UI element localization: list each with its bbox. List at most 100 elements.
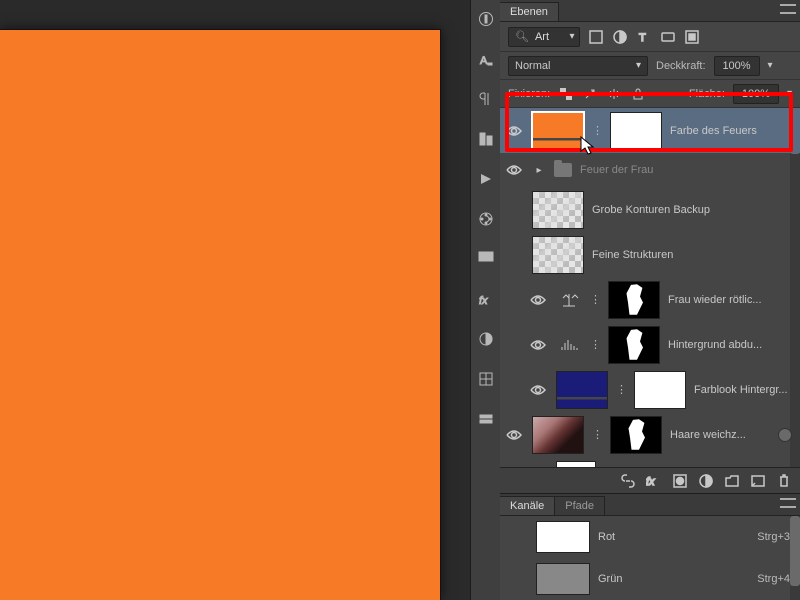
link-icon[interactable]: ⋮ [592,428,602,441]
chevron-down-icon: ▾ [636,60,641,71]
mask-thumbnail[interactable] [634,371,686,409]
filter-adjustment-icon[interactable] [612,29,628,45]
adjustments-panel-icon[interactable] [477,330,495,348]
link-icon[interactable]: ⋮ [590,338,600,351]
panel-menu-icon[interactable] [780,4,796,16]
character-panel-icon[interactable]: A [477,50,495,68]
blend-mode-dropdown[interactable]: Normal▾ [508,56,648,76]
filter-pixel-icon[interactable] [588,29,604,45]
lock-all-icon[interactable] [630,86,646,102]
mask-thumbnail[interactable] [608,326,660,364]
layer-row[interactable]: Grobe Konturen Backup [500,187,800,232]
link-icon[interactable]: ⋮ [592,124,602,137]
balance-icon [556,292,582,308]
lock-transparency-icon[interactable] [558,86,574,102]
layers-panel-footer: fx [500,467,800,493]
paragraph-panel-icon[interactable] [477,90,495,108]
folder-icon [554,163,572,177]
opacity-label: Deckkraft: [656,60,706,72]
layer-row-selected[interactable]: ⋮ Farbe des Feuers [500,108,800,153]
layer-thumbnail[interactable] [556,371,608,409]
layer-row-adjustment[interactable]: ⋮ Hintergrund abdu... [500,322,800,367]
svg-text:fx: fx [479,295,488,307]
layer-name[interactable]: Farblook Hintergr... [694,384,792,396]
filter-kind-dropdown[interactable]: 🔍︎ Art ▾ [508,27,580,47]
visibility-toggle[interactable] [504,429,524,441]
mask-thumbnail[interactable] [608,281,660,319]
visibility-toggle[interactable] [528,294,548,306]
new-layer-icon[interactable] [750,473,766,489]
fill-field[interactable]: 100% [733,84,779,104]
layer-filter-row: 🔍︎ Art ▾ T [500,22,800,52]
layer-name[interactable]: Hintergrund abdu... [668,339,792,351]
lock-pixels-icon[interactable] [582,86,598,102]
link-layers-icon[interactable] [620,473,636,489]
search-icon: 🔍︎ [509,30,535,43]
channel-name: Rot [598,531,749,543]
channel-thumbnail[interactable] [536,563,590,595]
document-canvas-area [0,0,470,600]
filter-type-icon[interactable]: T [636,29,652,45]
layer-name[interactable]: Feine Strukturen [592,249,792,261]
layer-thumbnail[interactable] [532,236,584,274]
channel-name: Grün [598,573,749,585]
link-icon[interactable]: ⋮ [590,293,600,306]
layer-row-group[interactable]: ▸ Feuer der Frau [500,153,800,187]
filter-shape-icon[interactable] [660,29,676,45]
scrollbar[interactable] [790,516,800,600]
layer-thumbnail[interactable] [532,416,584,454]
layer-row[interactable]: Feine Strukturen [500,232,800,277]
add-mask-icon[interactable] [672,473,688,489]
layer-thumbnail[interactable] [532,112,584,150]
chevron-down-icon[interactable]: ▾ [768,60,773,71]
layer-row-adjustment[interactable]: ⋮ Frau wieder rötlic... [500,277,800,322]
document-canvas[interactable] [0,30,440,600]
layer-name[interactable]: Frau wieder rötlic... [668,294,792,306]
visibility-toggle[interactable] [528,339,548,351]
visibility-toggle[interactable] [528,384,548,396]
lock-position-icon[interactable] [606,86,622,102]
align-panel-icon[interactable] [477,130,495,148]
chevron-down-icon[interactable]: ▾ [787,88,792,99]
fx-icon[interactable]: fx [646,473,662,489]
layers-panel: Ebenen 🔍︎ Art ▾ T Normal▾ Deckkraft: 100… [500,0,800,600]
filter-smart-icon[interactable] [684,29,700,45]
color-panel-icon[interactable] [477,210,495,228]
channel-row[interactable]: Grün Strg+4 [500,558,800,600]
channel-row[interactable]: Rot Strg+3 [500,516,800,558]
new-group-icon[interactable] [724,473,740,489]
channel-shortcut: Strg+4 [757,573,790,585]
styles-panel-icon[interactable]: fx [477,290,495,308]
trash-icon[interactable] [776,473,792,489]
layer-name[interactable]: Farbe des Feuers [670,125,792,137]
visibility-toggle[interactable] [504,164,524,176]
layer-name[interactable]: Haare weichz... [670,429,792,441]
channel-thumbnail[interactable] [536,521,590,553]
tab-paths[interactable]: Pfade [555,496,605,515]
opacity-field[interactable]: 100% [714,56,760,76]
mask-thumbnail[interactable] [610,112,662,150]
layer-row-smart[interactable]: ⋮ Haare weichz... [500,412,800,457]
layer-row-smartfilter[interactable]: Smartfilter [500,457,800,467]
channel-shortcut: Strg+3 [757,531,790,543]
tab-layers[interactable]: Ebenen [500,2,559,21]
levels-icon [556,337,582,353]
libraries-panel-icon[interactable] [477,370,495,388]
swatches-panel-icon[interactable] [477,250,495,268]
new-adjustment-icon[interactable] [698,473,714,489]
actions-panel-icon[interactable] [477,170,495,188]
extra-panel-icon[interactable] [477,410,495,428]
mask-thumbnail[interactable] [610,416,662,454]
svg-text:T: T [639,32,646,44]
layer-row-fill[interactable]: ⋮ Farblook Hintergr... [500,367,800,412]
filter-mask-thumbnail[interactable] [556,461,596,467]
info-icon[interactable] [477,10,495,28]
link-icon[interactable]: ⋮ [616,383,626,396]
visibility-toggle[interactable] [504,125,524,137]
tab-channels[interactable]: Kanäle [500,496,555,515]
layer-name[interactable]: Grobe Konturen Backup [592,204,792,216]
panel-menu-icon[interactable] [780,498,796,510]
layer-thumbnail[interactable] [532,191,584,229]
layer-name[interactable]: Feuer der Frau [580,164,792,176]
expand-toggle[interactable]: ▸ [532,165,546,176]
